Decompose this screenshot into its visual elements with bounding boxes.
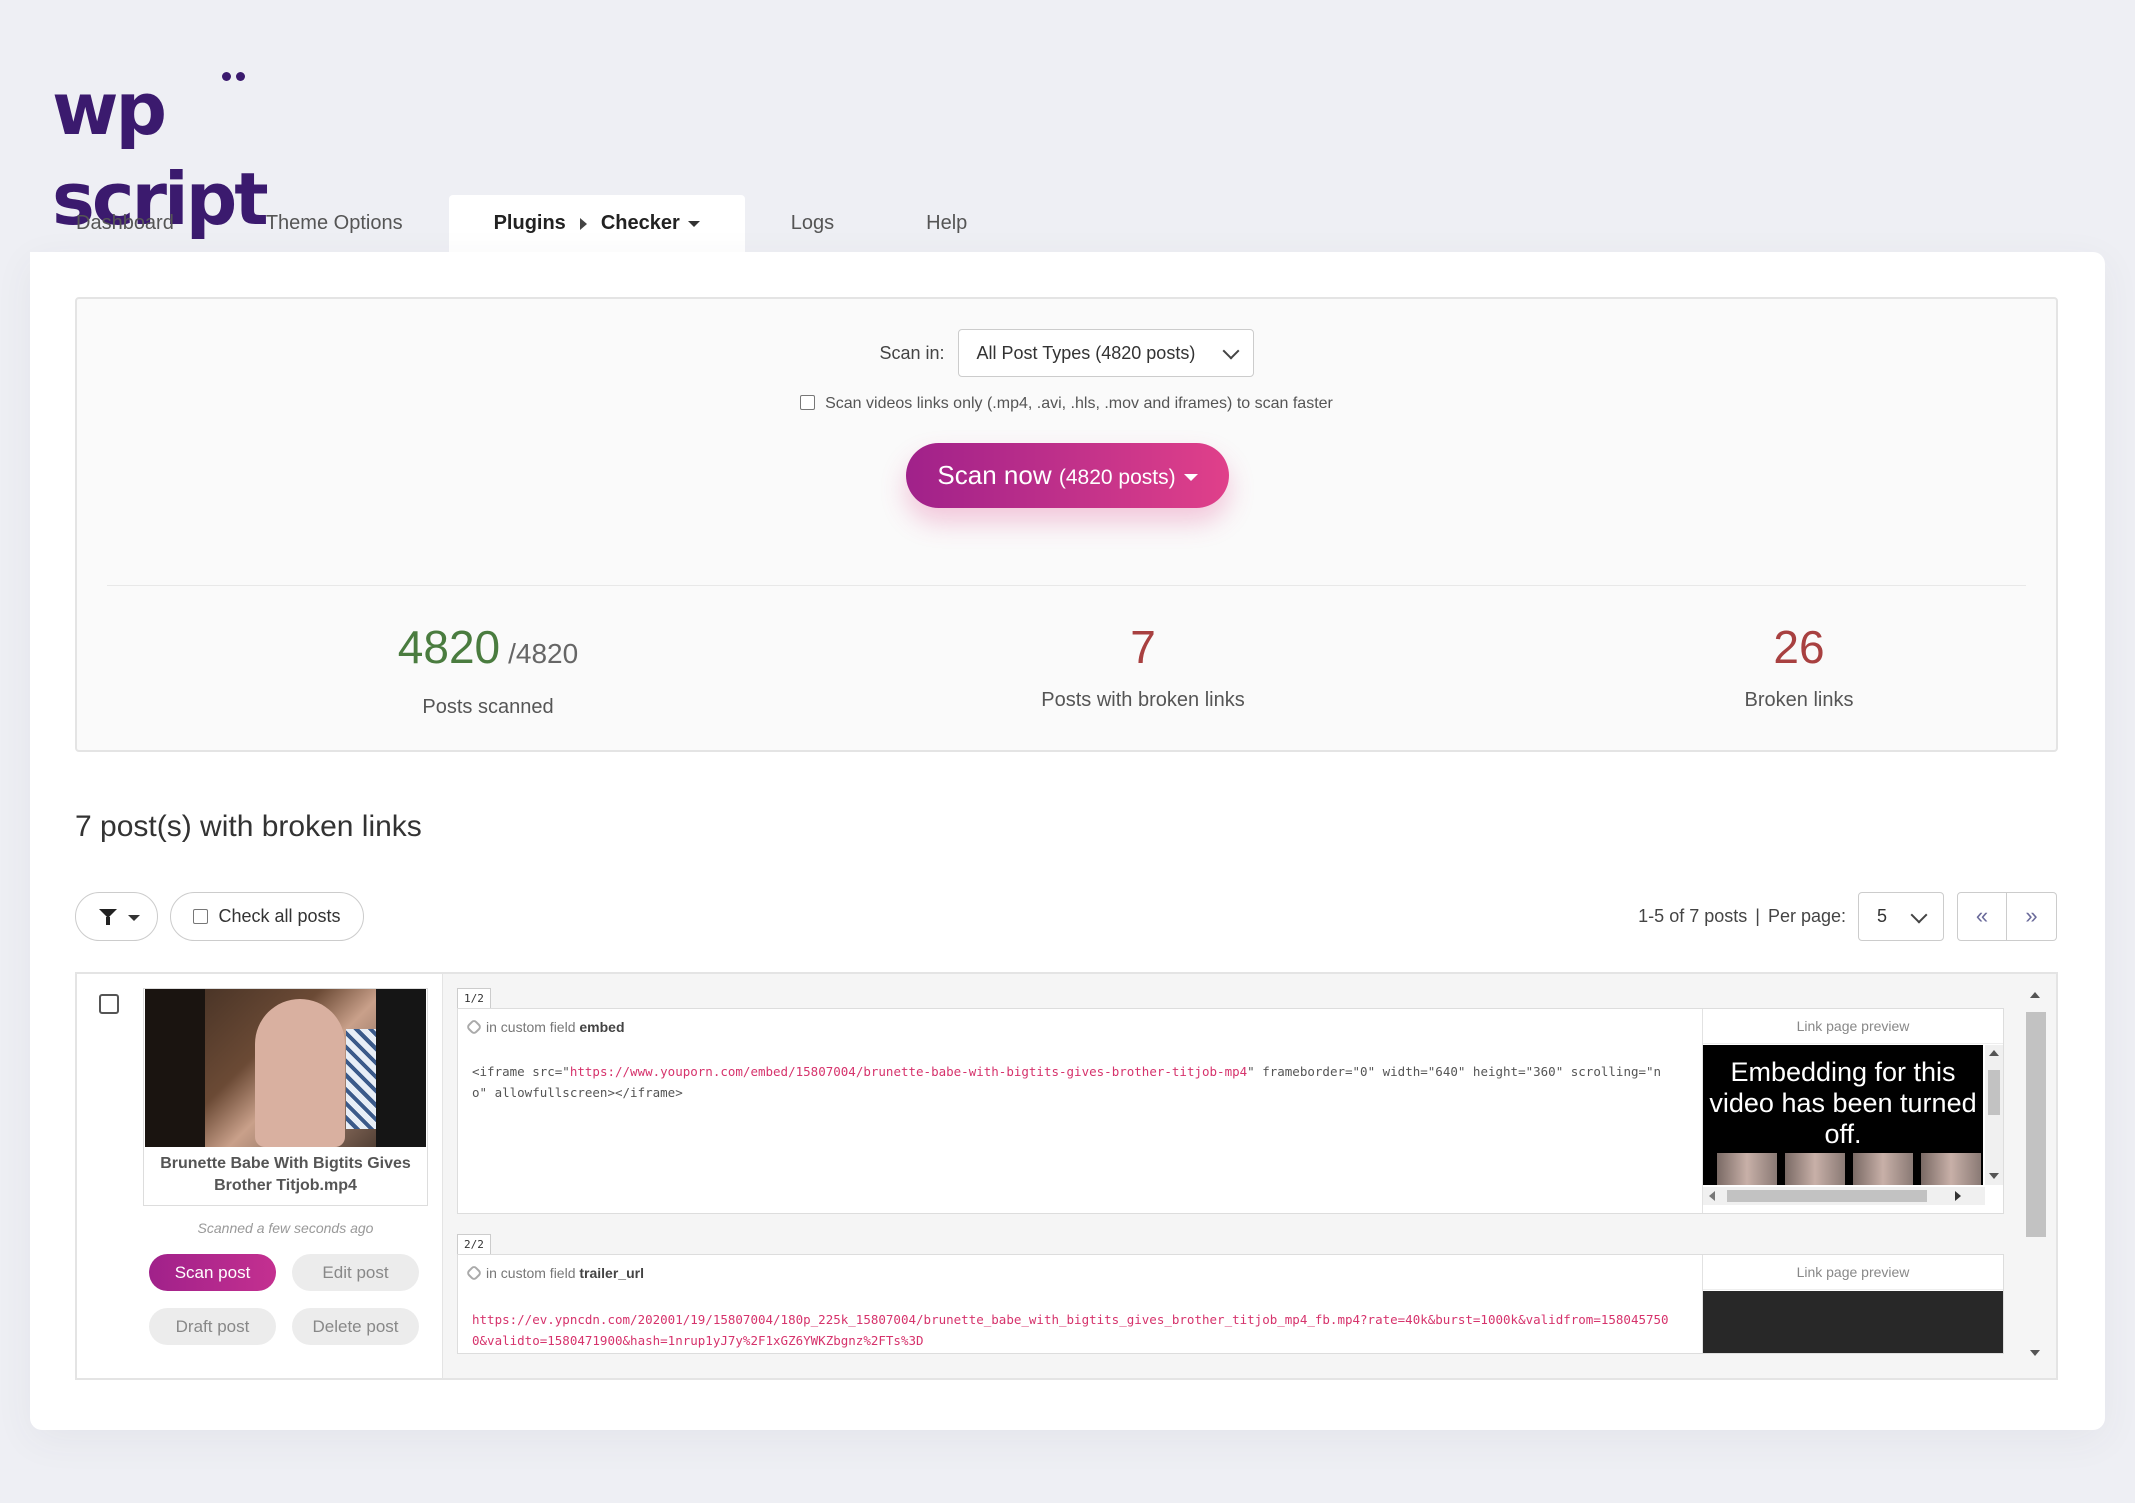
link-index-badge: 1/2 <box>457 988 491 1009</box>
posts-broken-label: Posts with broken links <box>1041 689 1245 711</box>
check-all-posts-button[interactable]: Check all posts <box>170 892 364 941</box>
field-prefix: in custom field <box>486 1019 576 1035</box>
broken-links-value: 26 <box>1773 621 1825 673</box>
stat-broken-links: 26 Broken links <box>1599 619 1999 712</box>
tab-help[interactable]: Help <box>880 195 1013 252</box>
link-index-badge: 2/2 <box>457 1234 491 1255</box>
field-name: embed <box>579 1019 625 1035</box>
code-prefix: <iframe src=" <box>472 1064 570 1079</box>
post-summary: Brunette Babe With Bigtits Gives Brother… <box>77 974 443 1378</box>
pagination: 1-5 of 7 posts | Per page: 5 « » <box>1638 892 2057 941</box>
scan-panel: Scan in: All Post Types (4820 posts) Sca… <box>75 297 2058 752</box>
link-preview-label: Link page preview <box>1703 1009 2003 1044</box>
tab-plugins-checker[interactable]: Plugins Checker <box>448 195 745 252</box>
broken-url[interactable]: https://www.youporn.com/embed/15807004/b… <box>570 1064 1247 1079</box>
prev-page-button[interactable]: « <box>1957 892 2007 941</box>
field-name: trailer_url <box>579 1265 644 1281</box>
posts-broken-value: 7 <box>1130 621 1156 673</box>
posts-scanned-label: Posts scanned <box>422 696 554 718</box>
pagination-range: 1-5 of 7 posts <box>1638 906 1748 926</box>
link-preview: Link page preview Embedding for this vid… <box>1702 1009 2003 1213</box>
scan-now-count: (4820 posts) <box>1058 466 1176 489</box>
preview-thumbnails <box>1717 1153 1981 1185</box>
post-title: Brunette Babe With Bigtits Gives Brother… <box>160 1155 411 1194</box>
posts-total-value: /4820 <box>508 638 579 669</box>
per-page-label: Per page: <box>1767 906 1846 926</box>
posts-scanned-value: 4820 <box>397 621 501 673</box>
broken-link-item: in custom field embed <iframe src="https… <box>457 1008 2004 1214</box>
videos-only-checkbox[interactable] <box>800 395 816 410</box>
preview-message: Embedding for this video has been turned… <box>1709 1057 1977 1149</box>
post-type-select-value: All Post Types (4820 posts) <box>976 343 1196 363</box>
main-tabs: Dashboard Theme Options Plugins Checker L… <box>30 195 1013 252</box>
post-row: Brunette Babe With Bigtits Gives Brother… <box>75 972 2058 1380</box>
scroll-right-arrow-icon[interactable] <box>1955 1191 1961 1201</box>
tab-plugins-label: Plugins <box>493 212 566 234</box>
post-thumbnail <box>145 989 426 1147</box>
caret-down-icon <box>128 915 140 921</box>
post-select-checkbox[interactable] <box>99 994 119 1014</box>
per-page-value: 5 <box>1877 906 1888 926</box>
scan-in-label: Scan in: <box>879 342 945 363</box>
results-heading: 7 post(s) with broken links <box>75 810 422 843</box>
videos-only-option[interactable]: Scan videos links only (.mp4, .avi, .hls… <box>77 395 2056 413</box>
chevron-down-icon <box>1222 342 1240 360</box>
wp-script-logo: wp script <box>52 64 332 241</box>
stat-posts-scanned: 4820/4820 Posts scanned <box>288 619 688 719</box>
next-page-button[interactable]: » <box>2007 892 2057 941</box>
link-code: <iframe src="https://www.youporn.com/emb… <box>472 1061 1672 1103</box>
tab-theme-options[interactable]: Theme Options <box>220 195 449 252</box>
divider <box>107 585 2026 586</box>
preview-horizontal-scrollbar[interactable] <box>1703 1187 1985 1205</box>
post-type-select[interactable]: All Post Types (4820 posts) <box>957 329 1254 377</box>
tab-checker-label: Checker <box>600 212 680 234</box>
broken-link-item: in custom field trailer_url https://ev.y… <box>457 1254 2004 1354</box>
check-all-label: Check all posts <box>218 906 341 926</box>
check-all-checkbox[interactable] <box>193 909 209 924</box>
link-field: in custom field trailer_url <box>465 1264 644 1282</box>
main-card: Scan in: All Post Types (4820 posts) Sca… <box>30 252 2105 1430</box>
logo-dots <box>222 68 250 86</box>
link-preview-label: Link page preview <box>1703 1255 2003 1290</box>
scanned-time: Scanned a few seconds ago <box>197 1220 374 1236</box>
link-code: https://ev.ypncdn.com/202001/19/15807004… <box>472 1309 1672 1351</box>
link-field: in custom field embed <box>465 1018 625 1036</box>
broken-links-label: Broken links <box>1744 689 1854 711</box>
field-prefix: in custom field <box>486 1265 576 1281</box>
draft-post-button[interactable]: Draft post <box>149 1308 276 1345</box>
scroll-left-arrow-icon[interactable] <box>1709 1191 1715 1201</box>
link-icon <box>465 1018 483 1036</box>
scan-in-row: Scan in: All Post Types (4820 posts) <box>77 329 2056 377</box>
edit-post-button[interactable]: Edit post <box>292 1254 419 1291</box>
stat-posts-broken: 7 Posts with broken links <box>943 619 1343 712</box>
post-card[interactable]: Brunette Babe With Bigtits Gives Brother… <box>143 988 428 1206</box>
scroll-up-arrow-icon[interactable] <box>1989 1050 1999 1056</box>
scroll-up-arrow-icon[interactable] <box>2030 992 2040 998</box>
per-page-select[interactable]: 5 <box>1858 892 1944 941</box>
link-icon <box>465 1264 483 1282</box>
chevron-down-icon <box>687 220 700 227</box>
scroll-down-arrow-icon[interactable] <box>2030 1350 2040 1356</box>
tab-logs[interactable]: Logs <box>745 195 880 252</box>
scroll-down-arrow-icon[interactable] <box>1989 1173 1999 1179</box>
tab-dashboard[interactable]: Dashboard <box>30 195 220 252</box>
scan-post-button[interactable]: Scan post <box>149 1254 276 1291</box>
caret-down-icon <box>1183 473 1198 481</box>
preview-frame <box>1703 1291 2003 1353</box>
preview-vertical-scrollbar[interactable] <box>1985 1045 2003 1185</box>
preview-frame: Embedding for this video has been turned… <box>1703 1045 1983 1185</box>
links-scrollbar[interactable] <box>2024 984 2046 1372</box>
caret-right-icon <box>579 217 587 230</box>
videos-only-label: Scan videos links only (.mp4, .avi, .hls… <box>825 395 1333 412</box>
link-preview: Link page preview <box>1702 1255 2003 1353</box>
filter-button[interactable] <box>75 892 158 941</box>
scan-now-label: Scan now <box>937 460 1052 490</box>
chevron-down-icon <box>1910 906 1928 924</box>
delete-post-button[interactable]: Delete post <box>292 1308 419 1345</box>
scan-now-button[interactable]: Scan now (4820 posts) <box>906 443 1229 508</box>
broken-url[interactable]: https://ev.ypncdn.com/202001/19/15807004… <box>472 1312 1669 1348</box>
pagination-separator: | <box>1755 906 1760 926</box>
